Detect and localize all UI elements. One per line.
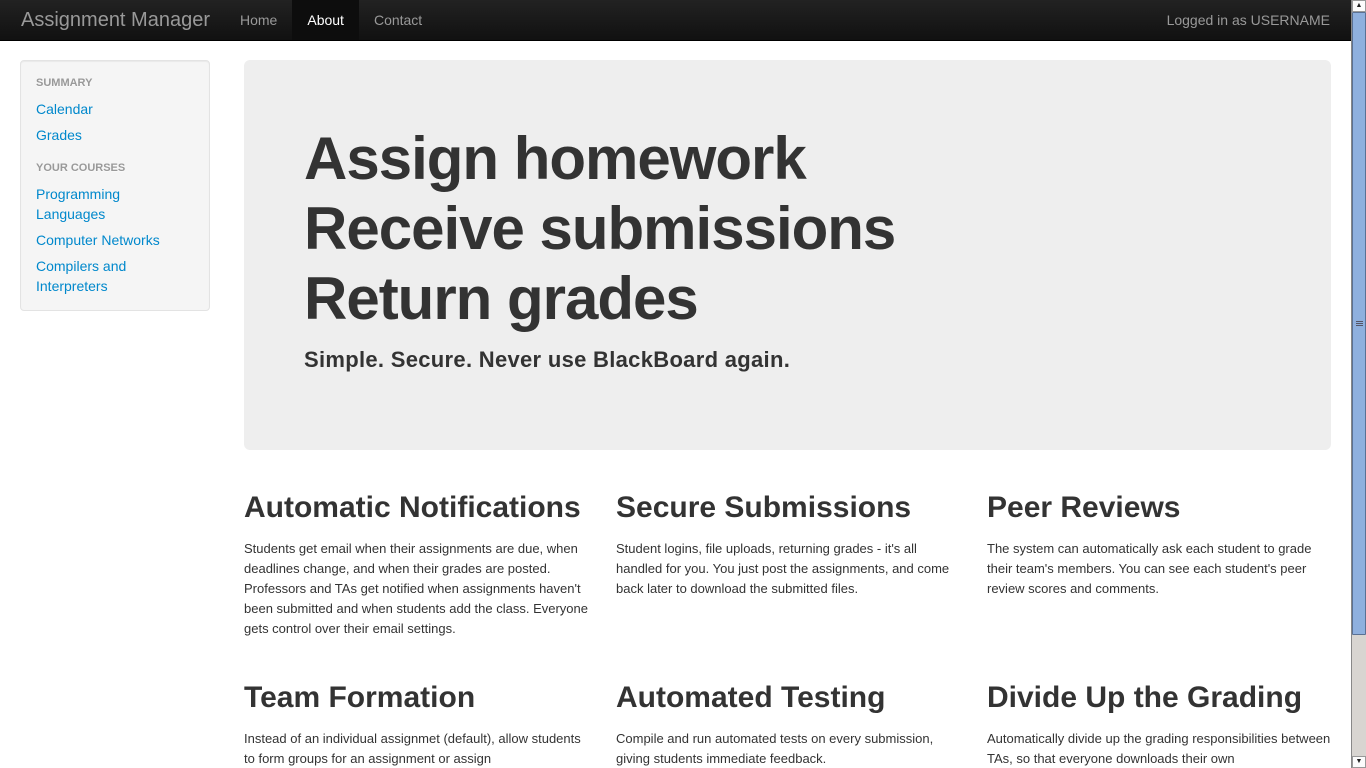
feature-text: Student logins, file uploads, returning … — [616, 541, 950, 596]
feature-automated-testing: Automated Testing Compile and run automa… — [616, 678, 961, 768]
sidebar-header-your-courses: Your Courses — [36, 162, 126, 174]
feature-text: Instead of an individual assignmet (defa… — [244, 731, 581, 766]
scroll-up-icon[interactable]: ▲ — [1352, 0, 1366, 12]
sidebar: Summary Calendar Grades Your Courses Pro… — [20, 60, 210, 311]
vertical-scrollbar[interactable]: ▲ ▼ — [1351, 0, 1366, 768]
sidebar-item-programming-languages[interactable]: Programming Languages — [21, 181, 151, 227]
sidebar-item-grades[interactable]: Grades — [21, 122, 209, 148]
nav-contact[interactable]: Contact — [359, 0, 437, 40]
feature-title: Peer Reviews — [987, 491, 1181, 524]
feature-text: Compile and run automated tests on every… — [616, 731, 934, 766]
feature-peer-reviews: Peer Reviews The system can automaticall… — [987, 488, 1332, 599]
hero-line-3: Return grades — [304, 265, 699, 332]
feature-secure-submissions: Secure Submissions Student logins, file … — [616, 488, 961, 599]
sidebar-item-compilers-and-interpreters[interactable]: Compilers and Interpreters — [21, 253, 151, 299]
feature-title: Team Formation — [244, 681, 476, 714]
hero-tagline: Simple. Secure. Never use BlackBoard aga… — [304, 347, 791, 372]
feature-text: The system can automatically ask each st… — [987, 541, 1312, 596]
feature-title: Automated Testing — [616, 681, 886, 714]
sidebar-item-calendar[interactable]: Calendar — [21, 96, 209, 122]
feature-automatic-notifications: Automatic Notifications Students get ema… — [244, 488, 589, 639]
main-nav: Home About Contact — [225, 0, 437, 40]
top-navbar: Assignment Manager Home About Contact Lo… — [0, 0, 1351, 41]
hero-unit: Assign homework Receive submissions Retu… — [244, 60, 1331, 450]
logged-in-status: Logged in as USERNAME — [1166, 12, 1330, 28]
hero-heading: Assign homework Receive submissions Retu… — [304, 124, 1271, 334]
feature-title: Divide Up the Grading — [987, 681, 1303, 714]
hero-line-2: Receive submissions — [304, 195, 896, 262]
sidebar-item-computer-networks[interactable]: Computer Networks — [21, 227, 209, 253]
scroll-down-icon[interactable]: ▼ — [1352, 756, 1366, 768]
feature-divide-up-grading: Divide Up the Grading Automatically divi… — [987, 678, 1332, 768]
grip-icon — [1356, 321, 1363, 326]
feature-title: Secure Submissions — [616, 491, 912, 524]
feature-text: Automatically divide up the grading resp… — [987, 731, 1331, 766]
nav-about[interactable]: About — [292, 0, 359, 40]
feature-team-formation: Team Formation Instead of an individual … — [244, 678, 589, 768]
feature-title: Automatic Notifications — [244, 491, 581, 524]
sidebar-header-summary: Summary — [36, 77, 93, 89]
hero-line-1: Assign homework — [304, 125, 807, 192]
nav-home[interactable]: Home — [225, 0, 292, 40]
scrollbar-thumb[interactable] — [1352, 12, 1366, 635]
brand-link[interactable]: Assignment Manager — [21, 9, 210, 31]
feature-text: Students get email when their assignment… — [244, 541, 588, 636]
